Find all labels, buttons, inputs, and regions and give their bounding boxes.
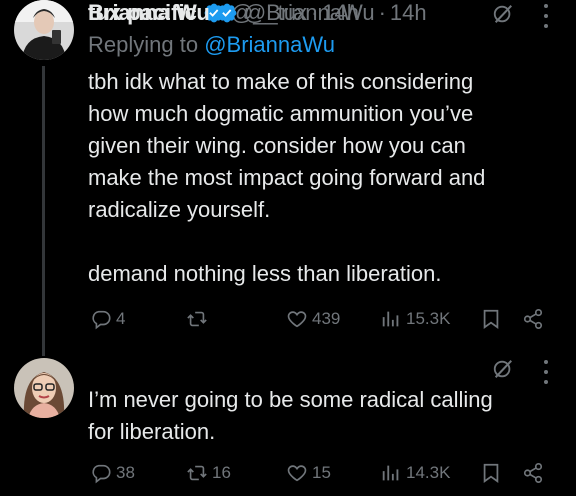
views-count: 15.3K — [406, 309, 451, 328]
share-button[interactable] — [522, 458, 544, 488]
tweet-actions: 4 439 15.3K — [0, 304, 576, 334]
like-button[interactable]: 439 — [286, 304, 340, 334]
replying-to: Replying to @BriannaWu — [88, 32, 335, 58]
handle[interactable]: @BriannaWu — [244, 0, 375, 26]
tweet-paragraph: I’m never going to be some radical calli… — [88, 387, 493, 444]
tweet-tux-pacific[interactable]: tux pacific @__tux · 14h Replying to @Br… — [0, 0, 576, 356]
replying-to-mention[interactable]: @BriannaWu — [204, 32, 335, 57]
verified-badge-icon — [217, 3, 237, 23]
views-icon — [382, 311, 399, 327]
retweet-icon — [187, 311, 207, 327]
avatar-tux-pacific[interactable] — [14, 0, 74, 60]
bookmark-icon — [483, 309, 499, 329]
bookmark-button[interactable] — [480, 458, 502, 488]
separator-dot: · — [378, 0, 386, 25]
reply-count: 38 — [116, 463, 135, 482]
avatar-brianna-wu[interactable] — [14, 358, 74, 418]
tweet-paragraph: demand nothing less than liberation. — [88, 261, 442, 286]
tweet-header: Brianna Wu @BriannaWu · 14h — [88, 0, 427, 26]
reply-count: 4 — [116, 309, 126, 328]
display-name[interactable]: Brianna Wu — [88, 0, 210, 26]
reply-icon — [92, 464, 111, 484]
grok-icon[interactable] — [492, 358, 514, 380]
tweet-paragraph: tbh idk what to make of this considering… — [88, 69, 486, 222]
retweet-count: 16 — [212, 463, 231, 482]
bookmark-icon — [483, 463, 499, 483]
like-count: 439 — [312, 309, 341, 328]
share-button[interactable] — [522, 304, 544, 334]
views-icon — [382, 465, 399, 481]
grok-icon[interactable] — [492, 3, 514, 25]
heart-icon — [287, 465, 307, 482]
retweet-button[interactable] — [186, 304, 212, 334]
views-button[interactable]: 15.3K — [380, 304, 450, 334]
reply-icon — [92, 310, 111, 330]
replying-to-prefix: Replying to — [88, 32, 205, 57]
bookmark-button[interactable] — [480, 304, 502, 334]
more-icon[interactable] — [540, 4, 552, 28]
views-count: 14.3K — [406, 463, 451, 482]
heart-icon — [287, 311, 307, 328]
reply-button[interactable]: 38 — [90, 458, 135, 488]
like-button[interactable]: 15 — [286, 458, 331, 488]
views-button[interactable]: 14.3K — [380, 458, 450, 488]
tweet-text: tbh idk what to make of this considering… — [88, 66, 558, 290]
reply-button[interactable]: 4 — [90, 304, 125, 334]
retweet-icon — [187, 465, 207, 481]
timestamp[interactable]: 14h — [390, 0, 427, 26]
tweet-actions: 38 16 15 14.3K — [0, 458, 576, 488]
share-icon — [523, 309, 543, 329]
more-icon[interactable] — [540, 360, 552, 384]
tweet-text: I’m never going to be some radical calli… — [88, 384, 558, 448]
like-count: 15 — [312, 463, 331, 482]
share-icon — [523, 463, 543, 483]
retweet-button[interactable]: 16 — [186, 458, 231, 488]
